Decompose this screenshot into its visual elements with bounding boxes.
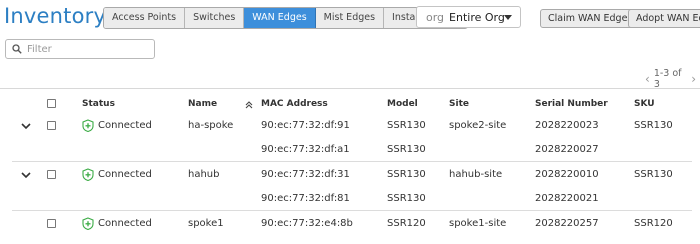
sku: SSR130 bbox=[634, 120, 673, 131]
claim-wan-edges-button[interactable]: Claim WAN Edges bbox=[540, 9, 641, 28]
chevron-down-icon[interactable] bbox=[21, 122, 31, 130]
filter-input[interactable] bbox=[27, 43, 147, 55]
model: SSR120 bbox=[387, 218, 426, 229]
tab-wan-edges[interactable]: WAN Edges bbox=[244, 8, 316, 28]
serial-number: 2028220010 bbox=[535, 169, 599, 180]
column-header-mac[interactable]: MAC Address bbox=[261, 99, 328, 109]
connected-shield-icon bbox=[82, 168, 94, 181]
column-header-serial[interactable]: Serial Number bbox=[535, 99, 608, 109]
select-all-checkbox[interactable] bbox=[47, 99, 56, 108]
sub-mac-address: 90:ec:77:32:df:a1 bbox=[261, 144, 350, 155]
chevron-left-icon[interactable]: ‹ bbox=[645, 72, 650, 86]
mac-address: 90:ec:77:32:e4:8b bbox=[261, 218, 353, 229]
row-divider bbox=[12, 161, 692, 162]
sku: SSR130 bbox=[634, 169, 673, 180]
model: SSR130 bbox=[387, 169, 426, 180]
sort-ascending-icon[interactable] bbox=[245, 100, 253, 110]
status-badge: Connected bbox=[82, 168, 152, 181]
row-checkbox[interactable] bbox=[47, 121, 56, 130]
adopt-wan-edges-button[interactable]: Adopt WAN Edg bbox=[628, 9, 700, 28]
row-divider bbox=[12, 210, 692, 211]
serial-number: 2028220023 bbox=[535, 120, 599, 131]
status-badge: Connected bbox=[82, 119, 152, 132]
sub-serial-number: 2028220021 bbox=[535, 193, 599, 204]
connected-shield-icon bbox=[82, 119, 94, 132]
device-name[interactable]: spoke1 bbox=[188, 218, 224, 229]
device-name[interactable]: hahub bbox=[188, 169, 220, 180]
status-text: Connected bbox=[98, 169, 152, 180]
mac-address: 90:ec:77:32:df:91 bbox=[261, 120, 350, 131]
tab-mist-edges[interactable]: Mist Edges bbox=[315, 8, 385, 28]
chevron-right-icon[interactable]: › bbox=[691, 72, 696, 86]
org-select[interactable]: org Entire Org bbox=[416, 6, 521, 28]
table-top-border bbox=[0, 88, 700, 89]
tab-access-points[interactable]: Access Points bbox=[104, 8, 186, 28]
search-icon bbox=[12, 44, 22, 54]
sub-model: SSR130 bbox=[387, 144, 426, 155]
tab-switches[interactable]: Switches bbox=[185, 8, 245, 28]
site[interactable]: hahub-site bbox=[449, 169, 502, 180]
site[interactable]: spoke1-site bbox=[449, 218, 506, 229]
column-header-model[interactable]: Model bbox=[387, 99, 418, 109]
site[interactable]: spoke2-site bbox=[449, 120, 506, 131]
sub-mac-address: 90:ec:77:32:df:81 bbox=[261, 193, 350, 204]
status-text: Connected bbox=[98, 218, 152, 229]
sub-model: SSR130 bbox=[387, 193, 426, 204]
row-checkbox[interactable] bbox=[47, 219, 56, 228]
org-select-value: Entire Org bbox=[449, 10, 505, 24]
row-checkbox[interactable] bbox=[47, 170, 56, 179]
column-header-name[interactable]: Name bbox=[188, 99, 217, 109]
status-text: Connected bbox=[98, 120, 152, 131]
chevron-down-icon bbox=[504, 15, 512, 20]
page-title: Inventory bbox=[4, 4, 107, 28]
pagination-range: 1-3 of 3 bbox=[653, 68, 682, 90]
pagination: ‹ 1-3 of 3 › bbox=[641, 68, 700, 90]
mac-address: 90:ec:77:32:df:31 bbox=[261, 169, 350, 180]
serial-number: 2028220257 bbox=[535, 218, 599, 229]
sub-serial-number: 2028220027 bbox=[535, 144, 599, 155]
column-header-site[interactable]: Site bbox=[449, 99, 469, 109]
sku: SSR120 bbox=[634, 218, 673, 229]
device-name[interactable]: ha-spoke bbox=[188, 120, 233, 131]
status-badge: Connected bbox=[82, 217, 152, 230]
column-header-sku[interactable]: SKU bbox=[634, 99, 655, 109]
device-type-tabs: Access Points Switches WAN Edges Mist Ed… bbox=[103, 7, 468, 29]
chevron-down-icon[interactable] bbox=[21, 171, 31, 179]
connected-shield-icon bbox=[82, 217, 94, 230]
column-header-status[interactable]: Status bbox=[82, 99, 115, 109]
filter-field[interactable] bbox=[5, 39, 155, 59]
org-select-prefix: org bbox=[426, 10, 445, 24]
model: SSR130 bbox=[387, 120, 426, 131]
